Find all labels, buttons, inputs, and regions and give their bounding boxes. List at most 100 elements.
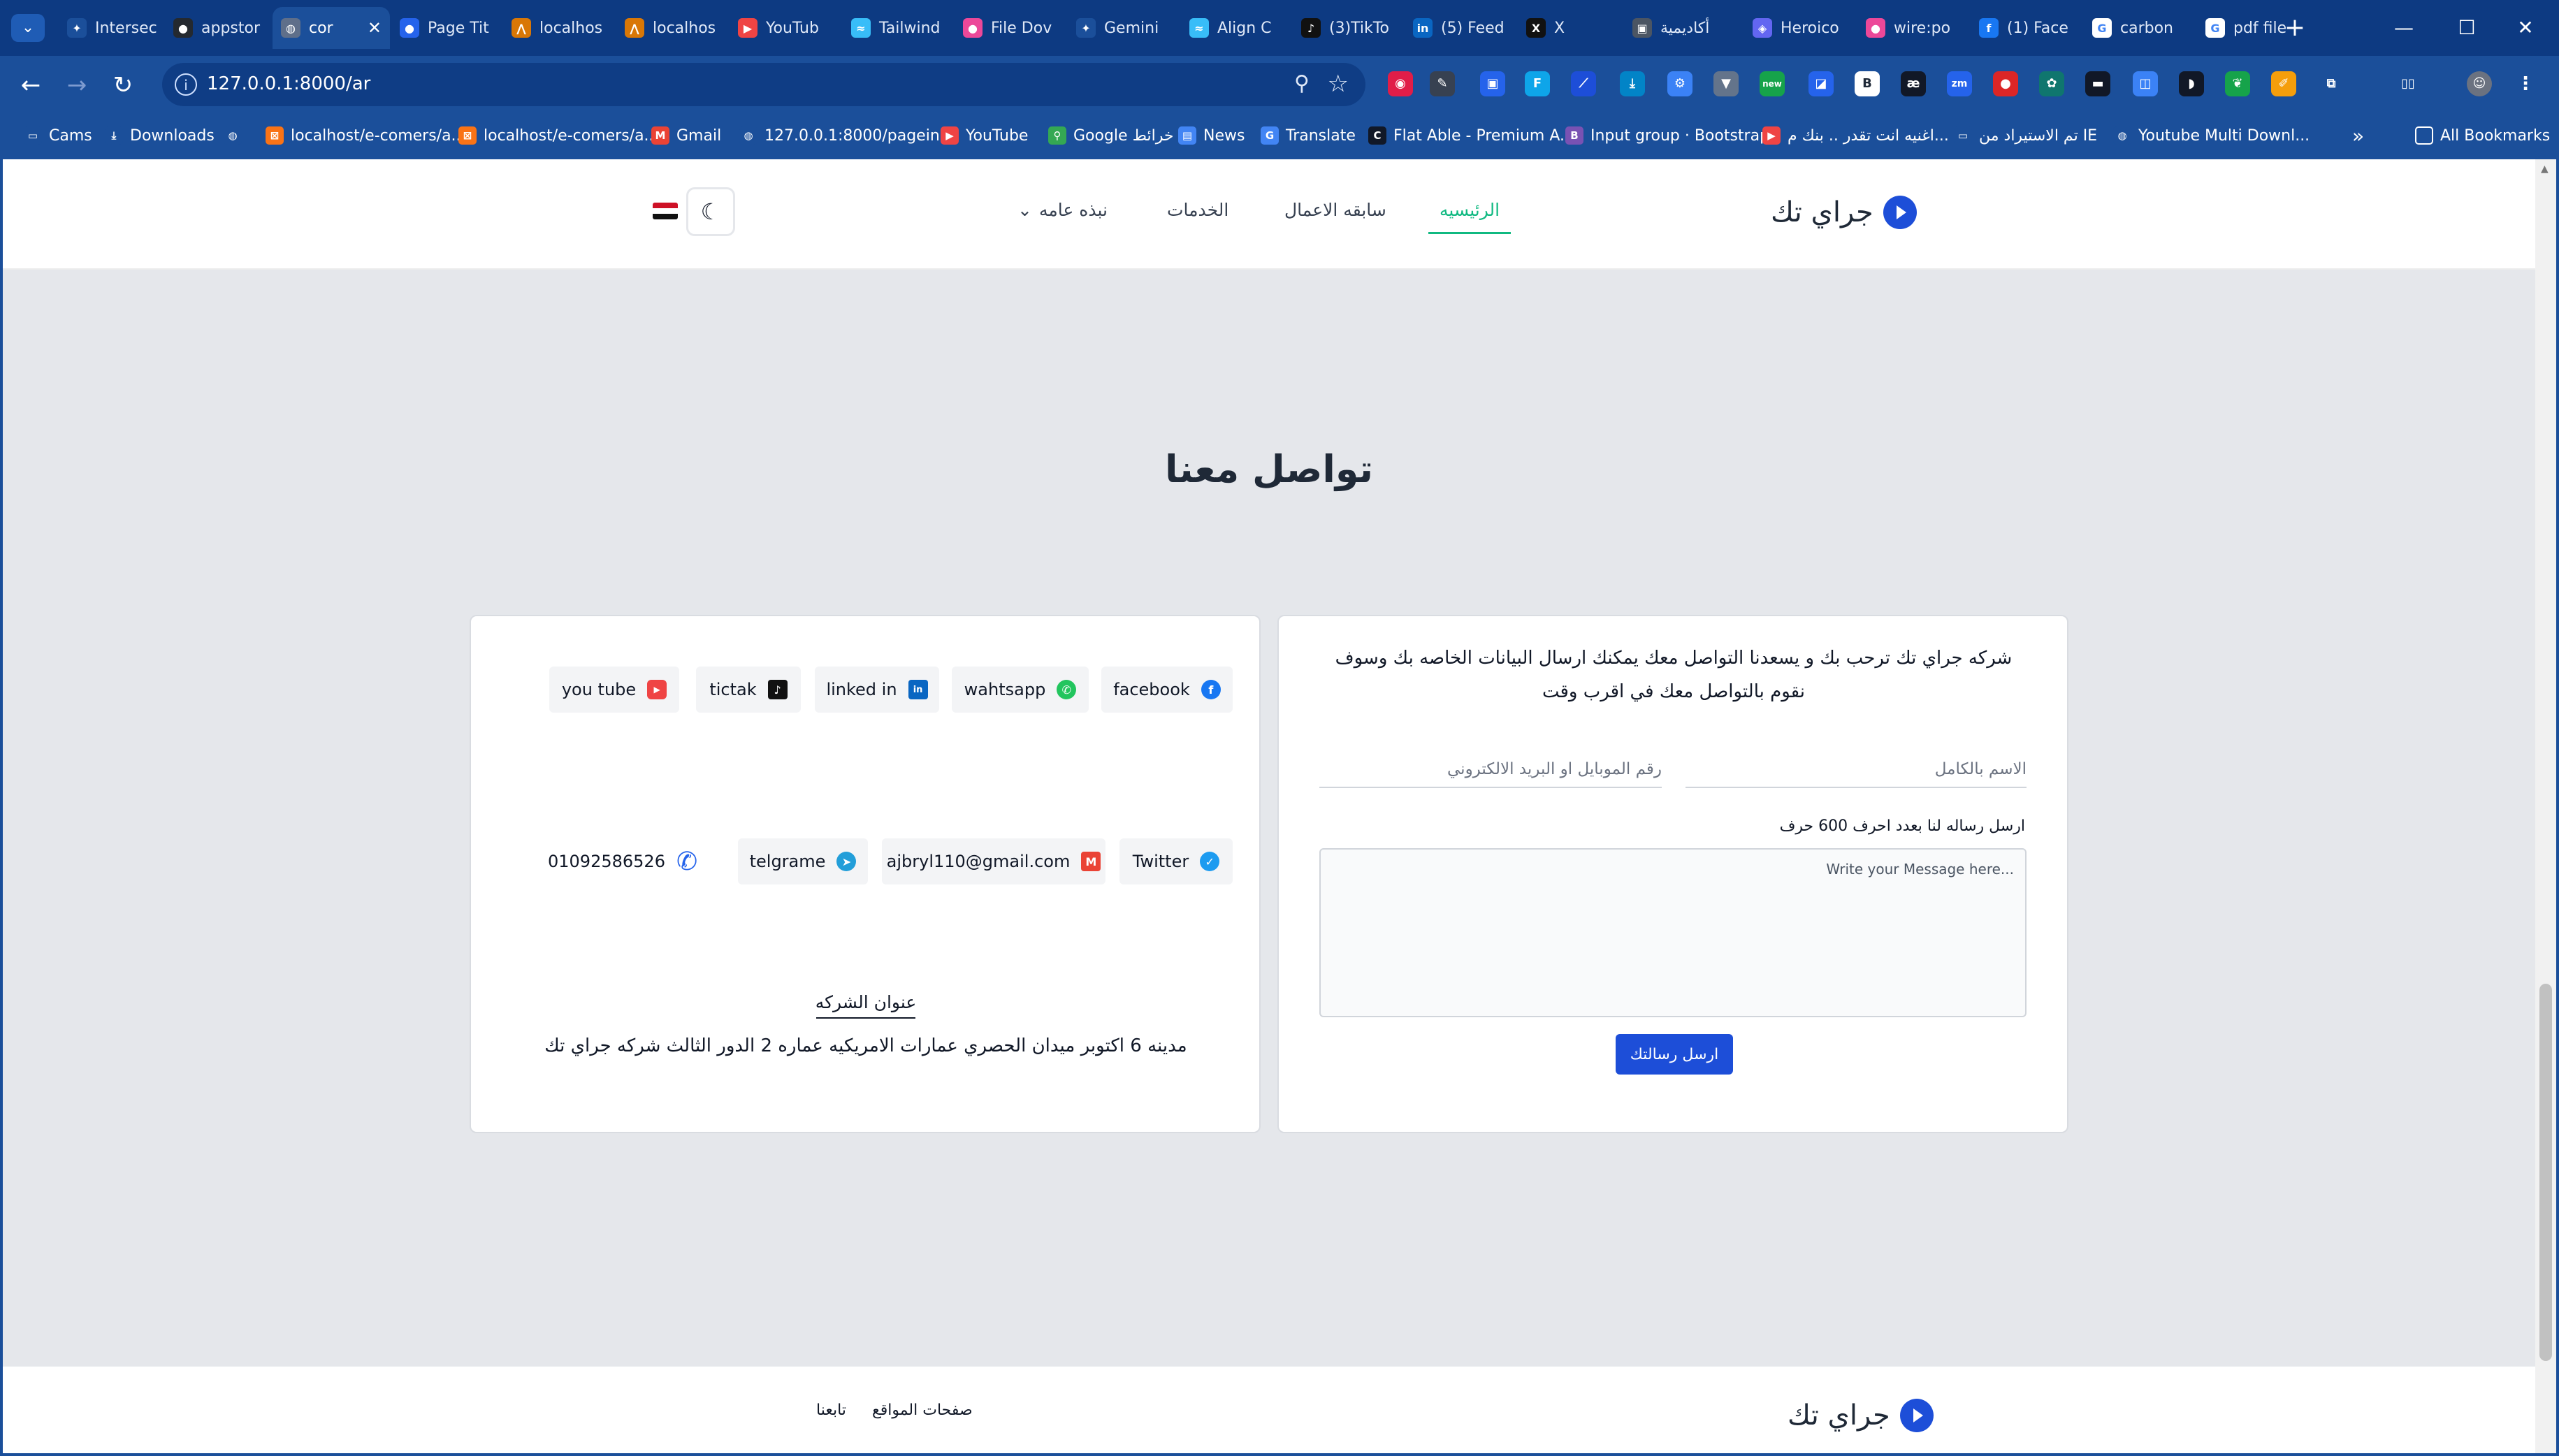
browser-tab[interactable]: ◈ Heroico [1744,7,1856,49]
browser-tab[interactable]: ● appstor [165,7,271,49]
bookmark-item[interactable]: ▭ Cams [24,122,92,150]
extension-b-icon[interactable]: B [1855,71,1880,96]
address-url[interactable]: 127.0.0.1:8000/ar [207,73,370,94]
social-linkedin[interactable]: linked in in [815,667,939,713]
extension-car-icon[interactable]: ◗ [2179,71,2204,96]
minimize-button[interactable]: — [2383,11,2425,45]
browser-tab[interactable]: ⋀ localhos [616,7,728,49]
nav-portfolio[interactable]: سابقه الاعمال [1284,200,1386,220]
browser-tab[interactable]: ♪ (3)TikTo [1293,7,1403,49]
footer-brand[interactable]: جراي تك [1788,1399,1934,1432]
bookmark-item[interactable]: C Flat Able - Premium A... [1368,122,1574,150]
close-window-button[interactable]: ✕ [2504,11,2546,45]
extension-gear-icon[interactable]: ⚙ [1667,71,1692,96]
bookmark-item[interactable]: ◍ Youtube Multi Downl... [2113,122,2310,150]
address-bar[interactable]: i 127.0.0.1:8000/ar ⚲ ☆ [162,63,1365,106]
extension-download-icon[interactable]: ⤓ [1620,71,1645,96]
nav-services[interactable]: الخدمات [1167,200,1228,220]
extension-panel-icon[interactable]: ◫ [2133,71,2158,96]
site-info-icon[interactable]: i [175,73,197,96]
browser-tab[interactable]: ≈ Align C [1181,7,1291,49]
message-textarea[interactable] [1319,848,2027,1017]
browser-tab[interactable]: ● File Dov [955,7,1066,49]
phone-or-email-input[interactable] [1319,752,1662,788]
browser-tab[interactable]: ⋀ localhos [503,7,615,49]
bookmark-item[interactable]: ▶ YouTube [941,122,1028,150]
browser-tab[interactable]: ✦ Gemini [1068,7,1180,49]
browser-menu-icon[interactable]: ⋮ [2513,71,2538,96]
social-twitter[interactable]: Twitter ✓ [1119,838,1233,884]
browser-tab[interactable]: XX [1518,7,1623,49]
address-title-underline [816,1017,915,1019]
reading-mode-icon[interactable]: ▯▯ [2395,71,2421,96]
browser-tab[interactable]: ▶ YouTub [730,7,841,49]
browser-tab[interactable]: ▣ أكاديمية [1624,7,1743,49]
extension-record-icon[interactable]: ● [1993,71,2018,96]
bookmark-item[interactable]: G Translate [1261,122,1356,150]
reload-button[interactable]: ↻ [105,67,141,103]
bookmark-item[interactable]: ▶ اغنيه انت تقدر .. بنك م... [1762,122,1949,150]
extension-chart-icon[interactable]: ⟋ [1571,71,1596,96]
bookmark-item[interactable]: ⊠ localhost/e-comers/a... [266,122,466,150]
bookmark-star-icon[interactable]: ☆ [1328,70,1349,98]
browser-tab[interactable]: ✦ Intersec [59,7,164,49]
bookmark-item[interactable]: M Gmail [651,122,721,150]
theme-toggle-button[interactable]: ☾ [686,187,735,236]
browser-tab[interactable]: ● wire:po [1857,7,1969,49]
tab-search-button[interactable]: ⌄ [11,14,45,42]
social-gmail[interactable]: ajbryl110@gmail.com M [882,838,1105,884]
back-button[interactable]: ← [13,67,49,103]
phone-link[interactable]: 01092586526 ✆ [548,838,697,884]
bookmark-item[interactable]: ▤ News [1178,122,1245,150]
extensions-puzzle-icon[interactable]: ⧉ [2319,71,2344,96]
extension-font-icon[interactable]: F [1525,71,1550,96]
extension-new-icon[interactable]: new [1760,71,1785,96]
forward-button[interactable]: → [59,67,95,103]
profile-avatar[interactable]: ☺ [2467,71,2492,96]
extension-eyedropper-icon[interactable]: ✎ [1430,71,1455,96]
close-tab-icon[interactable]: ✕ [368,18,382,38]
extension-vue-icon[interactable]: ▼ [1713,71,1739,96]
bookmark-item[interactable]: ◍ [224,122,249,150]
new-tab-button[interactable]: + [2279,13,2310,43]
more-bookmarks-button[interactable]: » [2352,122,2364,150]
extension-keyboard-icon[interactable]: ▬ [2085,71,2110,96]
extension-screenshot-icon[interactable]: ▣ [1480,71,1505,96]
extension-leaf-icon[interactable]: ❦ [2225,71,2250,96]
social-whatsapp[interactable]: wahtsapp ✆ [952,667,1089,713]
bookmark-item[interactable]: ◍ 127.0.0.1:8000/pagein... [739,122,955,150]
social-telegram[interactable]: telgrame ➤ [738,838,868,884]
browser-tab[interactable]: Gcarbon [2084,7,2196,49]
page-scrollbar[interactable]: ▲ [2535,159,2556,1453]
social-facebook[interactable]: facebook f [1101,667,1233,713]
bookmark-item[interactable]: ▭ تم الاستيراد من IE [1954,122,2097,150]
browser-tab[interactable]: in (5) Feed [1405,7,1516,49]
browser-tab[interactable]: f (1) Face [1971,7,2082,49]
bookmark-item[interactable]: ⤓ Downloads [105,122,215,150]
bookmark-item[interactable]: ⚲ Google خرائط [1048,122,1173,150]
scrollbar-thumb[interactable] [2539,984,2552,1361]
extension-plant-icon[interactable]: ✿ [2039,71,2064,96]
browser-tab[interactable]: ◍ cor ✕ [273,7,390,49]
send-message-button[interactable]: ارسل رسالتك [1616,1034,1733,1075]
nav-home[interactable]: الرئيسيه [1440,200,1500,220]
extension-color-icon[interactable]: ◉ [1388,71,1413,96]
bookmark-item[interactable]: B Input group · Bootstrap [1565,122,1769,150]
social-tiktok[interactable]: tictak ♪ [696,667,801,713]
all-bookmarks-button[interactable]: All Bookmarks [2415,122,2550,150]
extension-pen-icon[interactable]: ✐ [2271,71,2296,96]
nav-about-dropdown[interactable]: ⌄ نبذه عامه [1017,200,1108,220]
social-youtube[interactable]: you tube ▶ [549,667,679,713]
extension-badge-icon[interactable]: ◪ [1808,71,1834,96]
browser-tab[interactable]: ≈ Tailwind [843,7,953,49]
scroll-up-icon[interactable]: ▲ [2541,163,2549,175]
full-name-input[interactable] [1686,752,2027,788]
egypt-flag-icon[interactable] [653,203,678,219]
maximize-button[interactable]: ☐ [2446,11,2488,45]
brand-logo-link[interactable]: جراي تك [1771,196,1917,229]
extension-zm-icon[interactable]: zm [1947,71,1972,96]
zoom-icon[interactable]: ⚲ [1294,71,1310,96]
extension-ae-icon[interactable]: æ [1901,71,1926,96]
browser-tab[interactable]: ● Page Tit [391,7,502,49]
bookmark-item[interactable]: ⊠ localhost/e-comers/a... [458,122,659,150]
